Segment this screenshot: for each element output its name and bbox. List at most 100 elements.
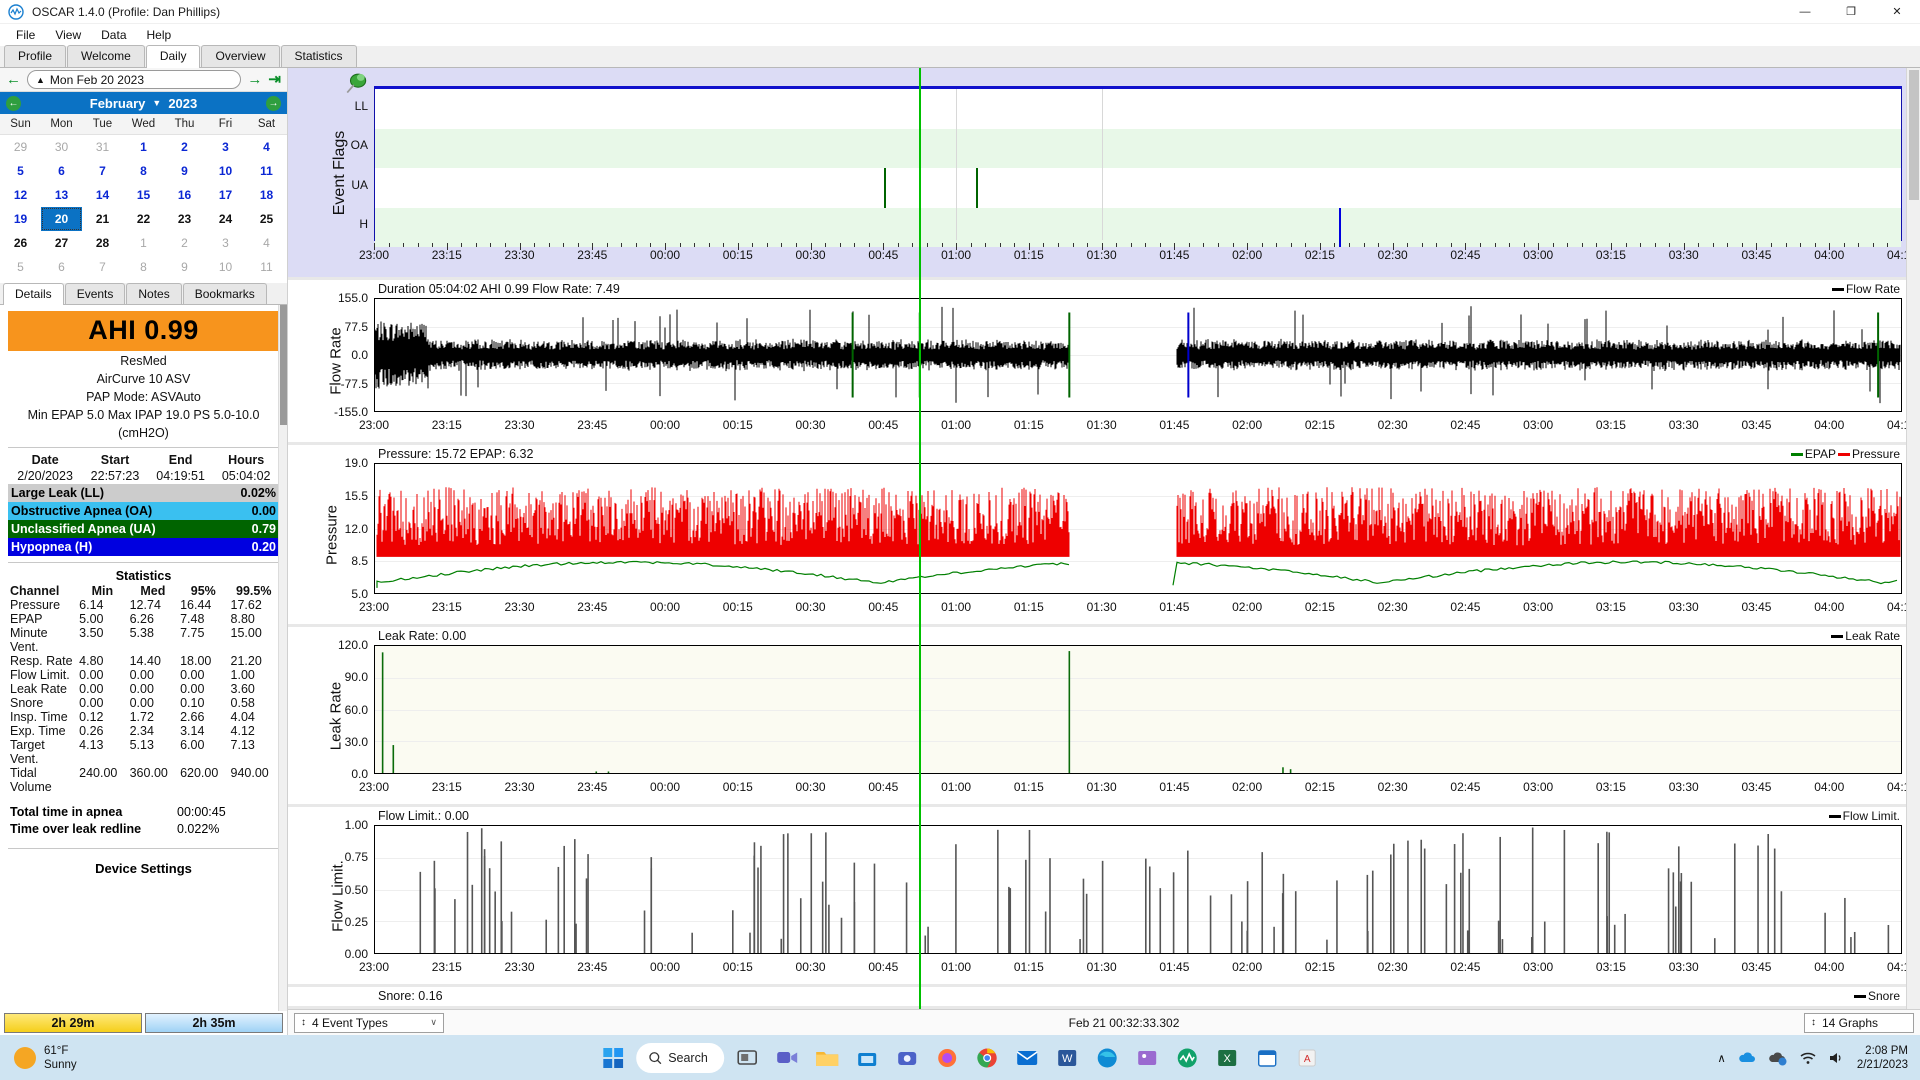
taskbar-search-box[interactable]: Search: [636, 1042, 724, 1073]
tab-daily[interactable]: Daily: [145, 45, 201, 68]
graph-snore[interactable]: Snore: 0.16 Snore: [288, 987, 1906, 1009]
event-types-chevron-down-icon[interactable]: ∨: [430, 1017, 437, 1028]
calendar-day[interactable]: 17: [205, 183, 246, 207]
taskbar-weather-widget[interactable]: 61°F Sunny: [0, 1044, 77, 1072]
calendar-day[interactable]: 24: [205, 207, 246, 231]
calendar-day[interactable]: 4: [246, 231, 287, 255]
calendar-day[interactable]: 25: [246, 207, 287, 231]
task-view-button[interactable]: [730, 1041, 764, 1075]
event-summary-row[interactable]: Hypopnea (H) 0.20: [8, 538, 279, 556]
tab-statistics[interactable]: Statistics: [280, 45, 357, 67]
event-summary-row[interactable]: Obstructive Apnea (OA) 0.00: [8, 502, 279, 520]
flow-rate-plot[interactable]: [374, 298, 1902, 412]
calendar-day[interactable]: 7: [82, 255, 123, 279]
calendar-day[interactable]: 6: [41, 255, 82, 279]
menu-item-help[interactable]: Help: [137, 26, 182, 44]
taskbar-excel-icon[interactable]: X: [1210, 1041, 1244, 1075]
event-summary-row[interactable]: Large Leak (LL) 0.02%: [8, 484, 279, 502]
taskbar-settings-icon[interactable]: [890, 1041, 924, 1075]
calendar-day[interactable]: 20: [41, 207, 82, 231]
taskbar-word-icon[interactable]: W: [1050, 1041, 1084, 1075]
calendar-day[interactable]: 16: [164, 183, 205, 207]
tab-profile[interactable]: Profile: [4, 45, 67, 67]
tab-welcome[interactable]: Welcome: [67, 45, 145, 67]
taskbar-acrobat-icon[interactable]: A: [1290, 1041, 1324, 1075]
taskbar-mail-icon[interactable]: [1010, 1041, 1044, 1075]
taskbar-edge-icon[interactable]: [1090, 1041, 1124, 1075]
prev-day-icon[interactable]: ←: [6, 72, 21, 87]
event-types-dropdown[interactable]: ↕ 4 Event Types ∨: [294, 1012, 444, 1033]
date-picker-field[interactable]: ▲ Mon Feb 20 2023: [27, 70, 242, 89]
menu-item-file[interactable]: File: [6, 26, 45, 44]
onedrive-icon[interactable]: [1737, 1051, 1757, 1065]
session-button-1[interactable]: 2h 29m: [4, 1013, 142, 1033]
calendar-day[interactable]: 26: [0, 231, 41, 255]
detail-tab-bookmarks[interactable]: Bookmarks: [182, 283, 267, 304]
maximize-button[interactable]: ❐: [1828, 0, 1874, 24]
calendar-day[interactable]: 10: [205, 159, 246, 183]
calendar-month-chevron-down-icon[interactable]: ▼: [152, 98, 161, 108]
graph-leak-rate[interactable]: Leak Rate Leak Rate: 0.00 Leak Rate 120.…: [288, 627, 1917, 807]
taskbar-store-icon[interactable]: [850, 1041, 884, 1075]
volume-icon[interactable]: [1828, 1051, 1846, 1065]
wifi-icon[interactable]: [1799, 1051, 1817, 1065]
close-button[interactable]: ✕: [1874, 0, 1920, 24]
taskbar-chrome-icon[interactable]: [970, 1041, 1004, 1075]
graph-count-spinner-icon[interactable]: ↕: [1811, 1017, 1816, 1028]
start-button[interactable]: [596, 1041, 630, 1075]
graph-flow-rate[interactable]: Flow Rate Duration 05:04:02 AHI 0.99 Flo…: [288, 280, 1917, 445]
details-scrollbar-thumb[interactable]: [280, 305, 287, 425]
calendar-day[interactable]: 6: [41, 159, 82, 183]
taskbar-firefox-icon[interactable]: [930, 1041, 964, 1075]
leak-rate-plot[interactable]: [374, 645, 1902, 774]
calendar-day[interactable]: 11: [246, 159, 287, 183]
taskbar-photos-icon[interactable]: [1130, 1041, 1164, 1075]
calendar-day[interactable]: 18: [246, 183, 287, 207]
calendar-day[interactable]: 12: [0, 183, 41, 207]
details-scrollbar[interactable]: [278, 305, 287, 1035]
calendar-day[interactable]: 31: [82, 135, 123, 159]
taskbar-clock[interactable]: 2:08 PM 2/21/2023: [1857, 1044, 1908, 1072]
detail-tab-notes[interactable]: Notes: [126, 283, 182, 304]
event-types-spinner-icon[interactable]: ↕: [301, 1017, 306, 1028]
session-button-2[interactable]: 2h 35m: [145, 1013, 283, 1033]
calendar-day[interactable]: 1: [123, 135, 164, 159]
menu-item-data[interactable]: Data: [91, 26, 136, 44]
calendar-day[interactable]: 3: [205, 231, 246, 255]
graph-scrollbar-thumb[interactable]: [1909, 70, 1919, 200]
graph-flow-limit[interactable]: Flow Limit. Flow Limit.: 0.00 Flow Limit…: [288, 807, 1917, 987]
pressure-plot[interactable]: [374, 463, 1902, 594]
tray-chevron-up-icon[interactable]: ∧: [1717, 1051, 1725, 1065]
graph-scrollbar[interactable]: [1906, 68, 1920, 1035]
detail-tab-details[interactable]: Details: [3, 283, 64, 305]
calendar-day[interactable]: 13: [41, 183, 82, 207]
calendar-day[interactable]: 21: [82, 207, 123, 231]
last-day-icon[interactable]: ⇥: [268, 72, 281, 87]
minimize-button[interactable]: —: [1782, 0, 1828, 24]
calendar-day[interactable]: 4: [246, 135, 287, 159]
calendar-day[interactable]: 30: [41, 135, 82, 159]
detail-tab-events[interactable]: Events: [64, 283, 126, 304]
calendar-day[interactable]: 23: [164, 207, 205, 231]
calendar-day[interactable]: 1: [123, 231, 164, 255]
taskbar-oscar-icon[interactable]: [1170, 1041, 1204, 1075]
event-flag-marker[interactable]: [975, 168, 978, 208]
calendar-day[interactable]: 27: [41, 231, 82, 255]
calendar-day[interactable]: 9: [164, 255, 205, 279]
graph-count-dropdown[interactable]: ↕ 14 Graphs: [1804, 1012, 1914, 1033]
calendar-day[interactable]: 2: [164, 135, 205, 159]
calendar-day[interactable]: 9: [164, 159, 205, 183]
event-flag-marker[interactable]: [1339, 207, 1342, 247]
calendar-prev-month-icon[interactable]: ←: [6, 95, 21, 111]
calendar-day[interactable]: 22: [123, 207, 164, 231]
cloud-sync-icon[interactable]: [1768, 1050, 1788, 1066]
calendar-day[interactable]: 8: [123, 255, 164, 279]
calendar-day[interactable]: 8: [123, 159, 164, 183]
calendar-day[interactable]: 5: [0, 255, 41, 279]
taskbar-teams-icon[interactable]: [770, 1041, 804, 1075]
graph-pressure[interactable]: Pressure Pressure: 15.72 EPAP: 6.32 EPAP…: [288, 445, 1917, 627]
event-flags-plot[interactable]: [374, 86, 1918, 247]
calendar-day[interactable]: 11: [246, 255, 287, 279]
calendar-day[interactable]: 7: [82, 159, 123, 183]
calendar-day[interactable]: 10: [205, 255, 246, 279]
